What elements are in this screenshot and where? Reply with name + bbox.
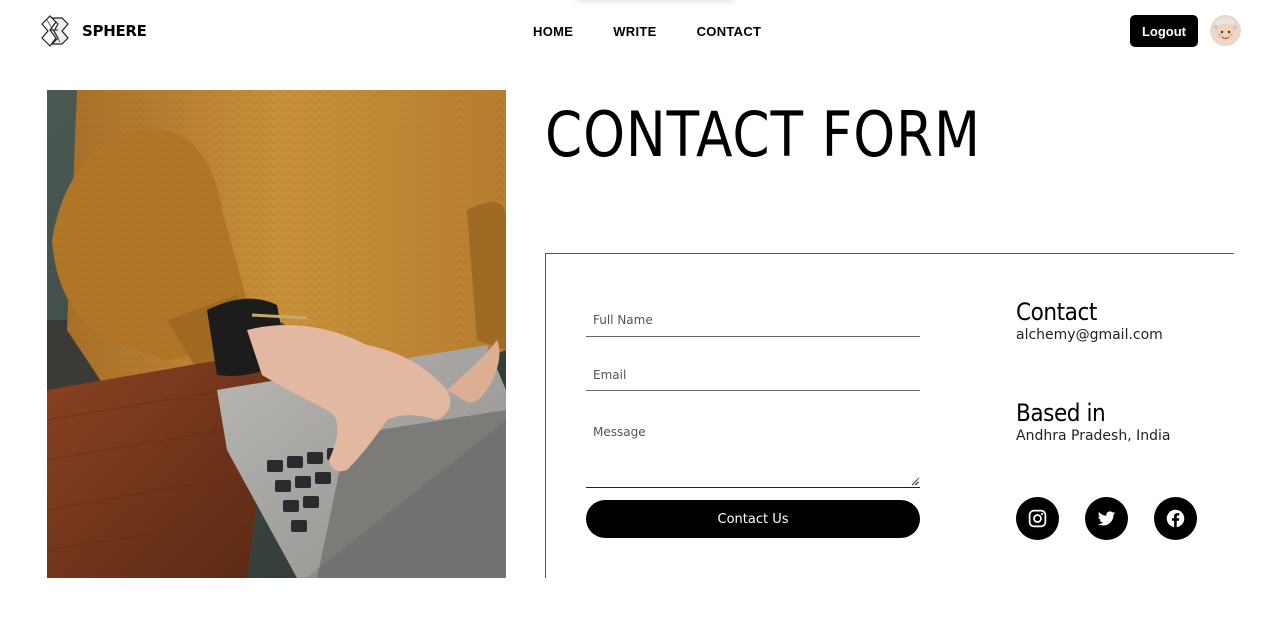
contact-us-button[interactable]: Contact Us [586,500,920,538]
nav-write[interactable]: WRITE [613,24,656,39]
contact-heading: Contact [1016,298,1097,326]
nav-contact[interactable]: CONTACT [697,24,762,39]
top-navbar: SPHERE HOME WRITE CONTACT Logout [0,0,1280,62]
location-info: Based in Andhra Pradesh, India [1016,399,1170,444]
person-typing-laptop-image [47,90,506,578]
contact-form-panel: Contact Us Contact alchemy@gmail.com Bas… [545,253,1234,578]
avatar-image [1210,15,1241,46]
page-title: CONTACT FORM [545,98,981,171]
email-input[interactable] [586,359,920,390]
email-field [586,359,920,391]
logout-button[interactable]: Logout [1130,15,1198,47]
nav-home[interactable]: HOME [533,24,573,39]
contact-email: alchemy@gmail.com [1016,327,1163,343]
location-text: Andhra Pradesh, India [1016,428,1171,444]
twitter-button[interactable] [1085,497,1128,540]
facebook-icon [1166,509,1185,528]
social-links [1016,497,1197,540]
instagram-button[interactable] [1016,497,1059,540]
instagram-icon [1028,509,1047,528]
full-name-field [586,304,920,337]
avatar[interactable] [1210,15,1241,46]
resize-grip-icon[interactable] [911,478,919,486]
message-field [586,414,920,488]
twitter-icon [1097,511,1116,526]
full-name-input[interactable] [586,304,920,336]
facebook-button[interactable] [1154,497,1197,540]
brand-name: SPHERE [82,22,147,40]
hero-photo [47,90,506,578]
main-nav: HOME WRITE CONTACT [533,24,761,39]
brand[interactable]: SPHERE [38,14,147,48]
message-textarea[interactable] [586,414,920,486]
based-in-heading: Based in [1016,399,1106,427]
contact-info: Contact alchemy@gmail.com [1016,298,1163,343]
sphere-logo-icon [41,15,69,47]
